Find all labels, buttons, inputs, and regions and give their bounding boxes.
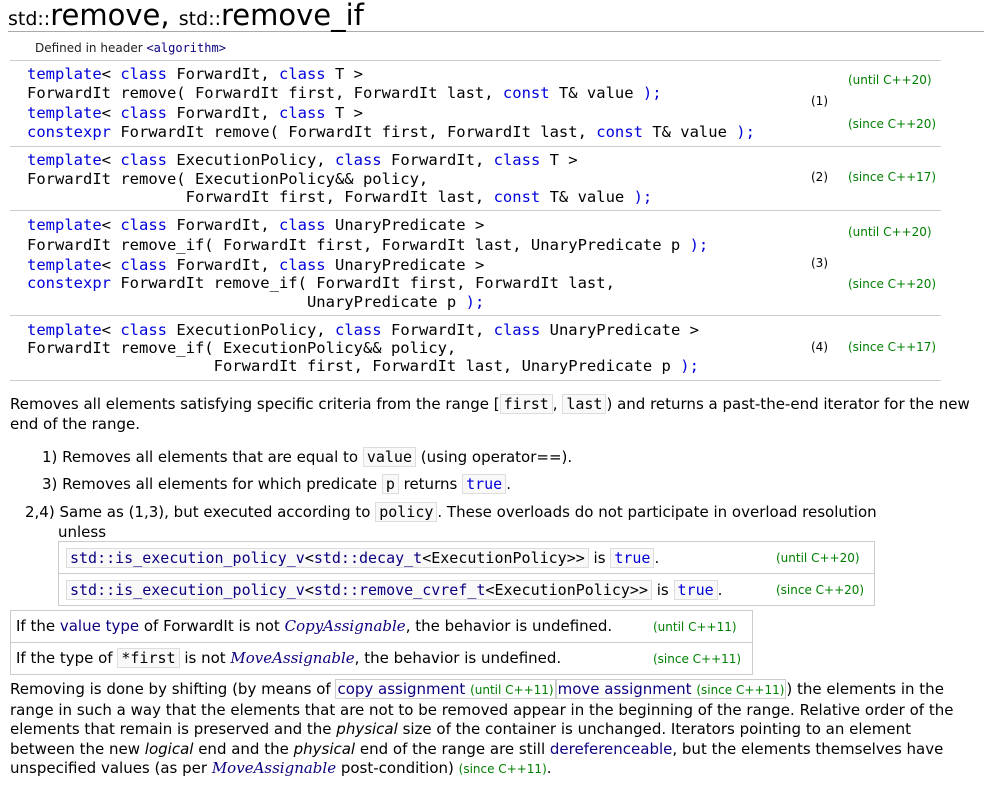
- version-since-cpp17: (since C++17): [848, 340, 937, 354]
- code-p: p: [381, 474, 399, 494]
- title-name-remove: remove: [50, 0, 161, 32]
- removing-paragraph: Removing is done by shifting (by means o…: [10, 679, 954, 777]
- version-since-cpp20: (since C++20): [848, 117, 937, 131]
- undefined-behavior-box: If the value type of ForwardIt is not Co…: [10, 610, 753, 675]
- overload-number-3: (3): [811, 256, 828, 270]
- title-name-remove-if: remove_if: [221, 0, 364, 32]
- decl-separator: [10, 380, 941, 381]
- is-execution-policy-link[interactable]: std::is_execution_policy_v: [70, 581, 305, 599]
- title-separator: ,: [160, 0, 179, 32]
- policy-row-1: std::is_execution_policy_v<std::decay_t<…: [66, 548, 659, 568]
- decl-3c: template< class ForwardIt, class UnaryPr…: [27, 256, 485, 274]
- version-until-cpp20: (until C++20): [776, 551, 860, 565]
- decl-1c: template< class ForwardIt, class T >: [27, 104, 363, 122]
- policy-row-2: std::is_execution_policy_v<std::remove_c…: [66, 580, 722, 600]
- policy-condition-box: std::is_execution_policy_v<std::decay_t<…: [58, 541, 875, 606]
- overload-number-2: (2): [811, 170, 828, 184]
- version-until-cpp20: (until C++20): [848, 225, 932, 239]
- decl-4c: ForwardIt first, ForwardIt last, UnaryPr…: [27, 357, 699, 375]
- decl-2a: template< class ExecutionPolicy, class F…: [27, 151, 578, 169]
- decl-4a: template< class ExecutionPolicy, class F…: [27, 321, 699, 339]
- decl-separator: [10, 315, 941, 316]
- unless-label: unless: [58, 523, 107, 541]
- title-ns-1: std::: [8, 8, 51, 30]
- code-value: value: [362, 447, 416, 467]
- decay-t-link[interactable]: std::decay_t: [314, 549, 422, 567]
- copy-assignment-link[interactable]: copy assignment: [337, 680, 465, 698]
- decl-3b: ForwardIt remove_if( ForwardIt first, Fo…: [27, 236, 709, 254]
- value-type-link[interactable]: value type: [60, 617, 139, 635]
- decl-1b: ForwardIt remove( ForwardIt first, Forwa…: [27, 84, 662, 102]
- assignment-links: copy assignment (until C++11): [335, 679, 556, 699]
- version-until-cpp11: (until C++11): [653, 620, 737, 634]
- header-algorithm-link[interactable]: <algorithm>: [146, 41, 225, 55]
- decl-1d: constexpr ForwardIt remove( ForwardIt fi…: [27, 123, 755, 141]
- move-assignable-link[interactable]: MoveAssignable: [212, 759, 336, 777]
- overload-number-4: (4): [811, 340, 828, 354]
- version-since-cpp20: (since C++20): [848, 277, 937, 291]
- decl-separator: [10, 210, 941, 211]
- decl-4b: ForwardIt remove_if( ExecutionPolicy&& p…: [27, 339, 457, 357]
- decl-separator: [10, 60, 941, 61]
- decl-3e: UnaryPredicate p );: [27, 293, 485, 311]
- move-assignment-link[interactable]: move assignment: [558, 680, 692, 698]
- decl-2c: ForwardIt first, ForwardIt last, const T…: [27, 188, 653, 206]
- page-title: std::remove, std::remove_if: [8, 0, 984, 32]
- ub-row-1: If the value type of ForwardIt is not Co…: [16, 617, 613, 635]
- list-item-1: 1) Removes all elements that are equal t…: [42, 447, 573, 467]
- header-prefix: Defined in header: [35, 41, 147, 55]
- list-item-3: 3) Removes all elements for which predic…: [42, 474, 511, 494]
- decl-1a: template< class ForwardIt, class T >: [27, 65, 363, 83]
- decl-3a: template< class ForwardIt, class UnaryPr…: [27, 216, 485, 234]
- dereferenceable-link[interactable]: dereferenceable: [550, 740, 672, 758]
- decl-3d: constexpr ForwardIt remove_if( ForwardIt…: [27, 274, 615, 292]
- overload-number-1: (1): [811, 94, 828, 108]
- decl-2b: ForwardIt remove( ExecutionPolicy&& poli…: [27, 170, 429, 188]
- divider: [11, 642, 752, 643]
- copy-assignable-link[interactable]: CopyAssignable: [285, 617, 406, 635]
- version-since-cpp17: (since C++17): [848, 170, 937, 184]
- code-first: first: [499, 394, 553, 414]
- title-ns-2: std::: [178, 8, 221, 30]
- defined-in-header: Defined in header <algorithm>: [35, 41, 226, 55]
- divider: [59, 573, 874, 574]
- decl-separator: [10, 146, 941, 147]
- code-policy: policy: [375, 502, 438, 522]
- list-item-2-4: 2,4) Same as (1,3), but executed accordi…: [25, 502, 877, 522]
- version-until-cpp20: (until C++20): [848, 73, 932, 87]
- version-since-cpp20: (since C++20): [776, 583, 865, 597]
- remove-cvref-t-link[interactable]: std::remove_cvref_t: [314, 581, 486, 599]
- code-true: true: [462, 474, 507, 494]
- code-last: last: [562, 394, 607, 414]
- ub-row-2: If the type of *first is not MoveAssigna…: [16, 648, 562, 668]
- intro-paragraph: Removes all elements satisfying specific…: [10, 394, 970, 433]
- code-deref-first: *first: [117, 648, 180, 668]
- version-since-cpp11: (since C++11): [653, 652, 742, 666]
- is-execution-policy-link[interactable]: std::is_execution_policy_v: [70, 549, 305, 567]
- move-assignable-link[interactable]: MoveAssignable: [230, 649, 354, 667]
